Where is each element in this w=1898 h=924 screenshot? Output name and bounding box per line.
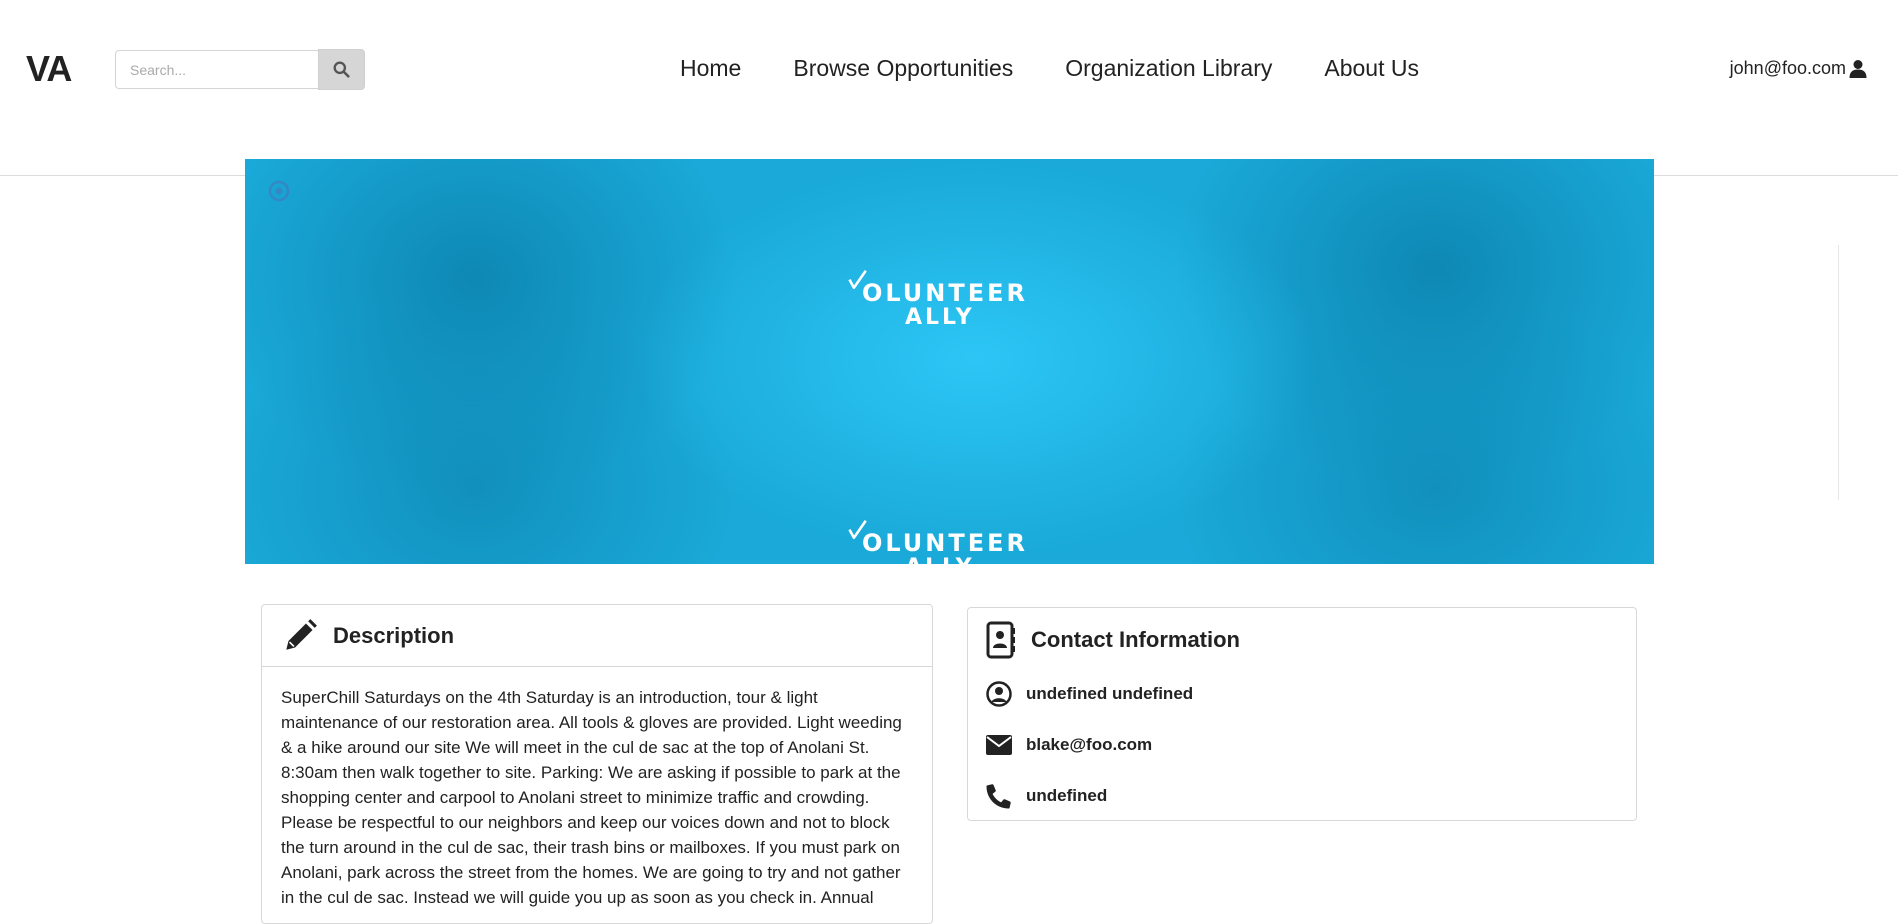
phone-icon bbox=[986, 783, 1011, 808]
description-text: SuperChill Saturdays on the 4th Saturday… bbox=[281, 688, 902, 907]
search-bar bbox=[115, 49, 365, 91]
contact-title: Contact Information bbox=[1031, 627, 1240, 652]
nav-browse-opportunities[interactable]: Browse Opportunities bbox=[793, 55, 1013, 82]
contact-email-row: blake@foo.com bbox=[968, 719, 1636, 770]
main-nav: Home Browse Opportunities Organization L… bbox=[680, 55, 1419, 82]
contact-phone-row: undefined bbox=[968, 770, 1636, 821]
search-button[interactable] bbox=[318, 49, 365, 90]
contact-name-row: undefined undefined bbox=[968, 668, 1636, 719]
banner-logo-line2: ALLY bbox=[905, 305, 975, 330]
opportunity-banner: OLUNTEER ALLY OLUNTEER ALLY bbox=[245, 159, 1654, 564]
envelope-icon bbox=[986, 734, 1012, 755]
search-input[interactable] bbox=[115, 50, 318, 89]
site-logo[interactable]: VA bbox=[26, 48, 72, 90]
nav-organization-library[interactable]: Organization Library bbox=[1065, 55, 1272, 82]
divider bbox=[1838, 245, 1839, 500]
contact-header: Contact Information bbox=[968, 612, 1636, 668]
description-card: Description SuperChill Saturdays on the … bbox=[261, 604, 933, 924]
banner-logo: OLUNTEER ALLY bbox=[848, 255, 1028, 330]
nav-home[interactable]: Home bbox=[680, 55, 741, 82]
contact-card: Contact Information undefined undefined … bbox=[967, 607, 1637, 821]
user-menu[interactable]: john@foo.com bbox=[1730, 58, 1868, 79]
contact-name: undefined undefined bbox=[1026, 683, 1194, 703]
edit-cog-icon[interactable] bbox=[267, 179, 291, 208]
user-email: john@foo.com bbox=[1729, 58, 1846, 78]
address-book-icon bbox=[986, 621, 1015, 659]
contact-email[interactable]: blake@foo.com bbox=[1026, 735, 1152, 755]
contact-phone: undefined bbox=[1026, 785, 1108, 805]
search-icon bbox=[333, 61, 350, 78]
banner-logo-repeat: OLUNTEER ALLY bbox=[848, 505, 1028, 564]
nav-about-us[interactable]: About Us bbox=[1324, 55, 1419, 82]
description-title: Description bbox=[333, 622, 455, 648]
user-icon bbox=[1849, 59, 1867, 78]
banner-logo-line1: OLUNTEER bbox=[861, 279, 1028, 307]
top-navbar: VA Home Browse Opportunities Organizatio… bbox=[0, 0, 1898, 176]
description-header: Description bbox=[262, 605, 932, 667]
user-circle-icon bbox=[986, 680, 1012, 707]
pencil-icon bbox=[286, 619, 317, 650]
banner-logo-line1: OLUNTEER bbox=[861, 529, 1028, 557]
